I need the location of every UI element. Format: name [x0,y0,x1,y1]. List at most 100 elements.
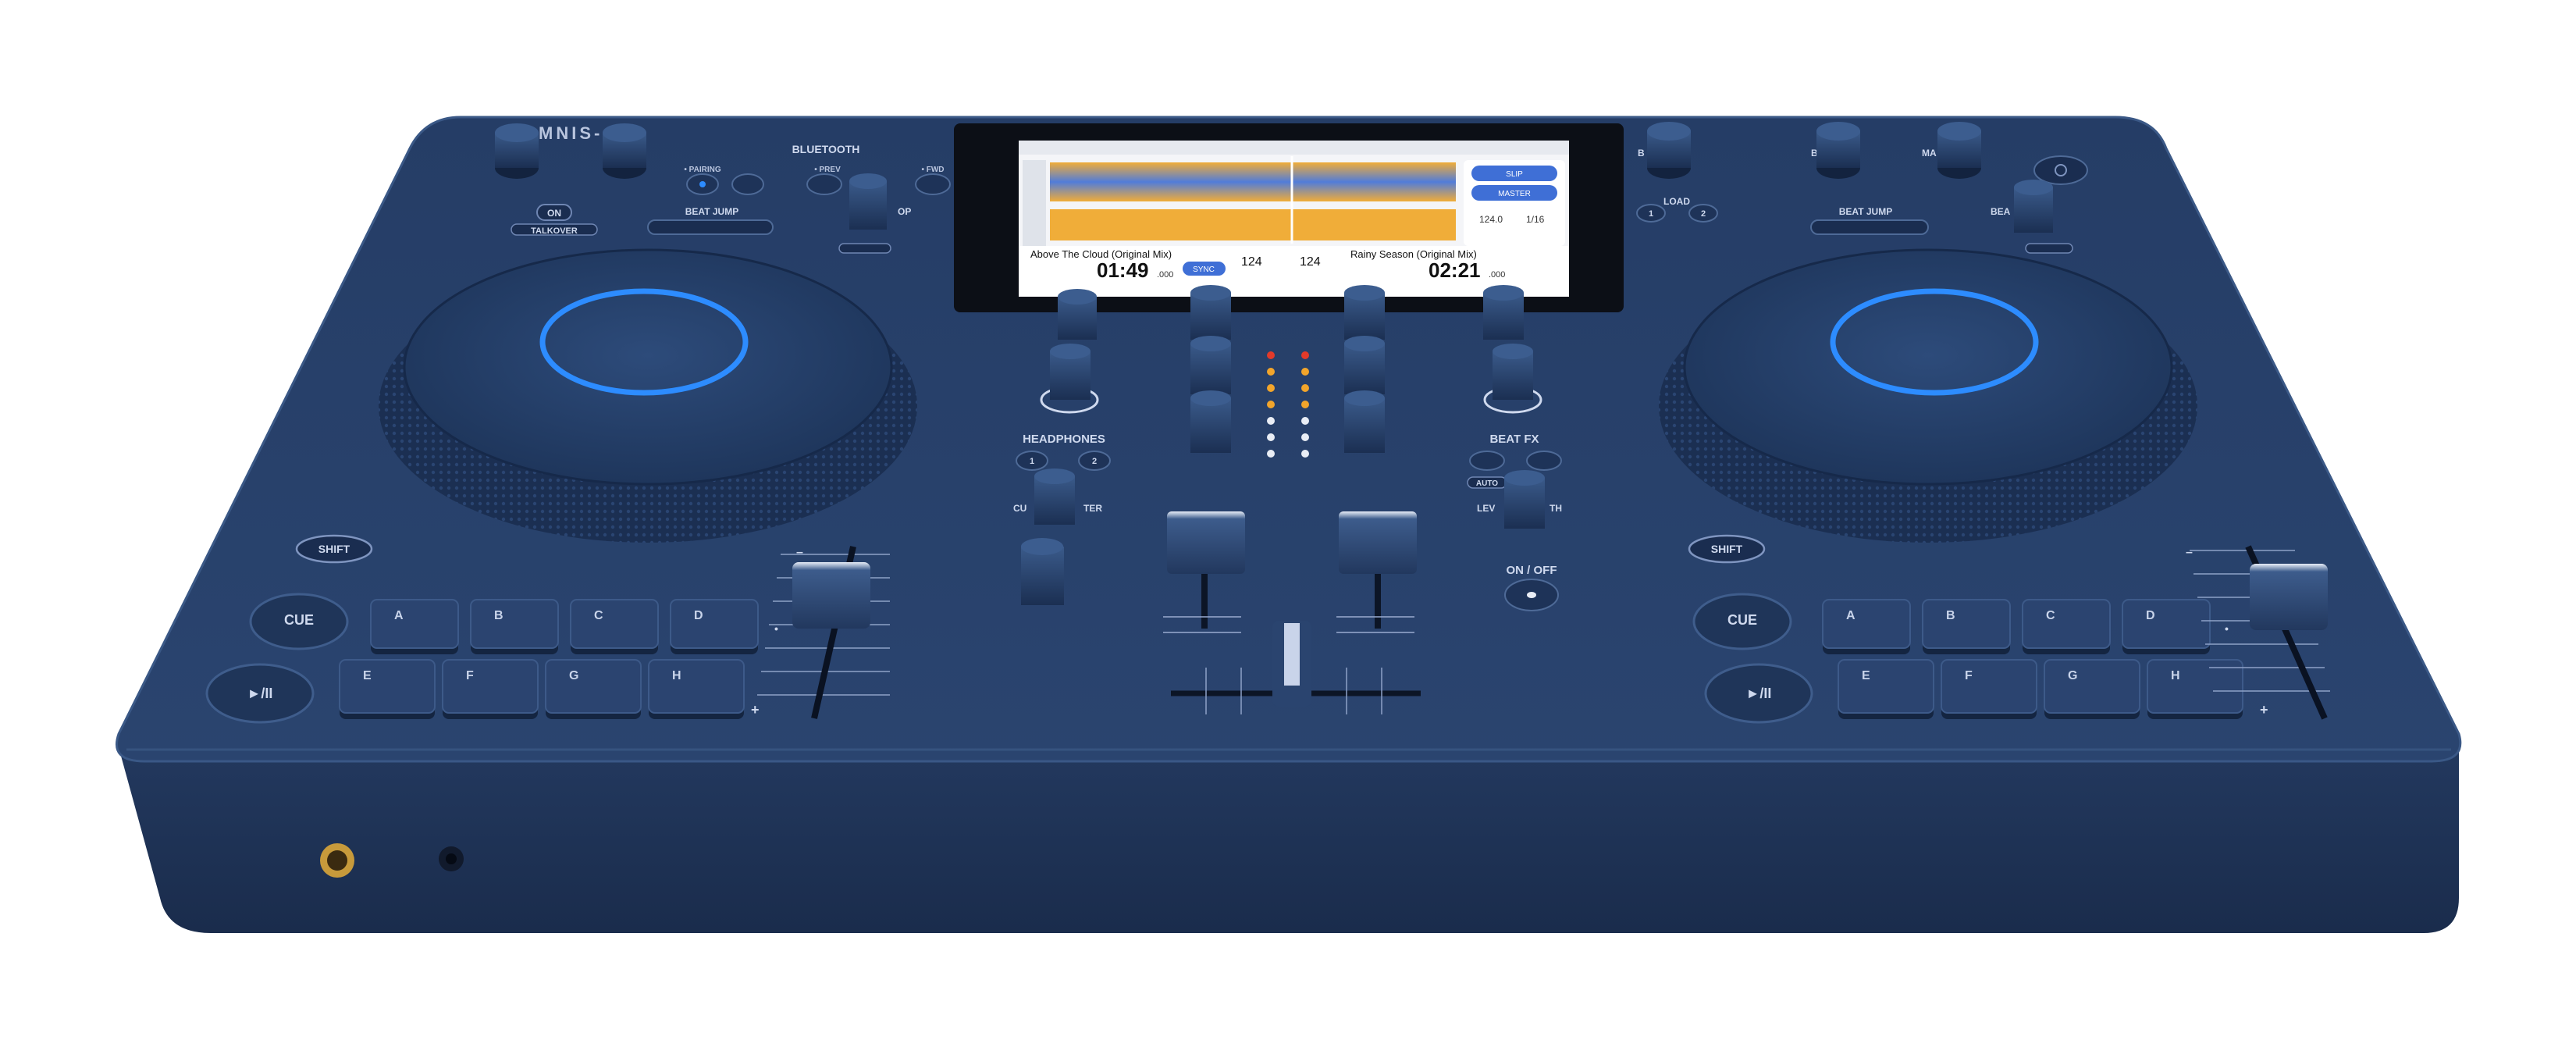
beat-jump-buttons-right[interactable] [1810,219,1929,235]
performance-pads-right: A B C D E F G H [1822,599,2243,719]
knob-top-left-1[interactable] [495,123,539,179]
op-label: OP [898,206,911,217]
load-button-1[interactable]: 1 [1636,204,1666,223]
pad-left-h[interactable]: H [648,659,745,719]
play-right-label: ►/II [1746,686,1772,701]
pad-right-c[interactable]: C [2022,599,2111,654]
pad-left-label: E [363,669,372,682]
dj-controller-photo: SLIP MASTER 124.0 1/16 Above The Cloud (… [115,116,2462,933]
pad-right-a[interactable]: A [1822,599,1911,654]
headphone-jack-small [439,846,464,871]
pad-left-label: H [672,669,681,682]
power-button[interactable] [2033,155,2088,185]
ch2-eq-mid[interactable] [1344,336,1385,394]
ch1-eq-low[interactable] [1190,390,1231,453]
knob-right-fx[interactable] [2014,180,2053,233]
bt-knob[interactable] [849,173,887,230]
play-pause-button-left[interactable]: ►/II [205,663,315,724]
pad-left-d[interactable]: D [670,599,759,654]
meter-led [1267,401,1275,408]
mixer-knob-left-4[interactable] [1021,538,1064,605]
cue-master-partial-label: CU [1013,503,1026,514]
pad-right-label: F [1965,669,1973,682]
screen-master-label: MASTER [1498,190,1531,198]
pairing-button[interactable] [686,173,719,195]
cue-button-left[interactable]: CUE [249,593,349,650]
pad-left-a[interactable]: A [370,599,459,654]
headphone-cue-button-2[interactable]: 2 [1078,451,1111,471]
screen-slip-label: SLIP [1506,170,1523,179]
shift-right-label: SHIFT [1711,543,1743,555]
ch2-eq-low[interactable] [1344,390,1385,453]
meter-led [1301,433,1309,441]
play-left-label: ►/II [247,686,273,701]
meter-led [1267,433,1275,441]
ch2-eq-high[interactable] [1344,285,1385,340]
knob-top-right-3[interactable] [1937,122,1981,179]
loop-button[interactable] [838,243,891,254]
knob-top-right-1[interactable] [1647,122,1691,179]
beat-fx-label: BEAT FX [1489,433,1539,446]
play-pause-button-right[interactable]: ►/II [1704,663,1813,724]
shift-button-left[interactable]: SHIFT [295,534,373,564]
touch-screen[interactable]: SLIP MASTER 124.0 1/16 Above The Cloud (… [954,123,1624,312]
meter-led [1301,368,1309,376]
pad-left-e[interactable]: E [339,659,436,719]
jog-wheel-right[interactable] [1659,248,2197,543]
fwd-button[interactable] [915,173,951,195]
headphone-cue-button-1[interactable]: 1 [1016,451,1048,471]
pad-right-b[interactable]: B [1922,599,2011,654]
level-depth-knob[interactable] [1504,470,1545,529]
beat-fx-on-off-button[interactable] [1504,579,1559,611]
pad-left-label: A [394,609,404,622]
tempo-dot-left: • [774,622,778,635]
pad-left-f[interactable]: F [442,659,539,719]
deck1-time: 01:49 [1097,258,1149,282]
pad-right-h[interactable]: H [2147,659,2243,719]
cue-button-right[interactable]: CUE [1692,593,1792,650]
right-small-button[interactable] [2025,243,2073,254]
knob-top-right-2[interactable] [1816,122,1860,179]
meter-led [1301,401,1309,408]
pad-right-g[interactable]: G [2044,659,2140,719]
prev-button[interactable] [806,173,842,195]
mixer-knob-right-1[interactable] [1483,285,1524,340]
level-partial-label: LEV [1477,503,1495,514]
ch1-eq-mid[interactable] [1190,336,1231,394]
deck2-bpm: 124 [1300,255,1321,269]
pad-right-f[interactable]: F [1941,659,2037,719]
beat-jump-buttons-left[interactable] [647,219,774,235]
beat-fx-prev-button[interactable] [1469,451,1505,471]
pad-left-g[interactable]: G [545,659,642,719]
shift-button-right[interactable]: SHIFT [1688,534,1766,564]
headphone-bt-button[interactable] [731,173,764,195]
tempo-minus-right: – [2186,546,2193,559]
pad-right-e[interactable]: E [1838,659,1934,719]
controller-front-face [117,742,2459,933]
waveform-deck-1 [1050,162,1456,201]
beat-fx-next-button[interactable] [1526,451,1562,471]
mixer-knob-left-3[interactable] [1034,468,1075,525]
on-off-label: ON / OFF [1507,564,1557,577]
tempo-plus-right: + [2260,702,2268,718]
meter-led [1267,450,1275,458]
meter-led [1301,417,1309,425]
ch1-eq-high[interactable] [1190,285,1231,340]
deck2-time: 02:21 [1429,258,1481,282]
load-button-2[interactable]: 2 [1688,204,1718,223]
pad-left-b[interactable]: B [470,599,559,654]
beat-jump-label-left: BEAT JUMP [685,206,738,217]
talkover-label: TALKOVER [531,226,578,236]
pad-right-d[interactable]: D [2122,599,2211,654]
label-ma-partial: MA [1922,148,1937,159]
jog-wheel-left[interactable] [379,248,917,543]
pad-left-label: B [494,609,503,622]
cue-master-partial-label-2: TER [1083,503,1102,514]
mixer-knob-left-1[interactable] [1058,289,1097,340]
pad-left-c[interactable]: C [570,599,659,654]
shift-left-label: SHIFT [318,543,350,555]
pad-right-label: H [2171,669,2180,682]
meter-led [1301,450,1309,458]
tempo-minus-left: – [796,546,803,559]
knob-top-left-2[interactable] [603,123,646,179]
